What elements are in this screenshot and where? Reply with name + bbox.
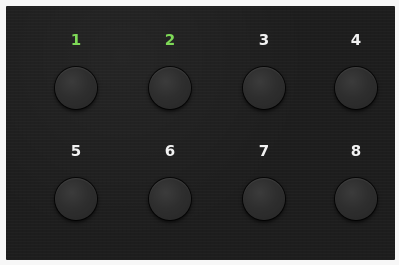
pad-3-button[interactable]: [243, 67, 285, 109]
pad-4-label: 4: [350, 31, 362, 49]
pad-5-label: 5: [70, 142, 82, 160]
pad-7-button[interactable]: [243, 178, 285, 220]
pad-2-button[interactable]: [149, 67, 191, 109]
pad-6-button[interactable]: [149, 178, 191, 220]
pad-window: 1 2 3 4 5 6 7 8: [0, 0, 399, 265]
pad-1: 1: [46, 6, 106, 126]
pad-3-label: 3: [258, 31, 270, 49]
pad-2: 2: [140, 6, 200, 126]
pad-8-label: 8: [350, 142, 362, 160]
pad-6: 6: [140, 117, 200, 237]
pad-grid: 1 2 3 4 5 6 7 8: [6, 6, 395, 260]
pad-7: 7: [234, 117, 294, 237]
pad-3: 3: [234, 6, 294, 126]
pad-2-label: 2: [164, 31, 176, 49]
pad-5: 5: [46, 117, 106, 237]
pad-1-label: 1: [70, 31, 82, 49]
pad-panel: 1 2 3 4 5 6 7 8: [6, 6, 395, 260]
pad-5-button[interactable]: [55, 178, 97, 220]
pad-8: 8: [326, 117, 386, 237]
pad-1-button[interactable]: [55, 67, 97, 109]
pad-6-label: 6: [164, 142, 176, 160]
pad-4-button[interactable]: [335, 67, 377, 109]
pad-7-label: 7: [258, 142, 270, 160]
pad-8-button[interactable]: [335, 178, 377, 220]
pad-4: 4: [326, 6, 386, 126]
